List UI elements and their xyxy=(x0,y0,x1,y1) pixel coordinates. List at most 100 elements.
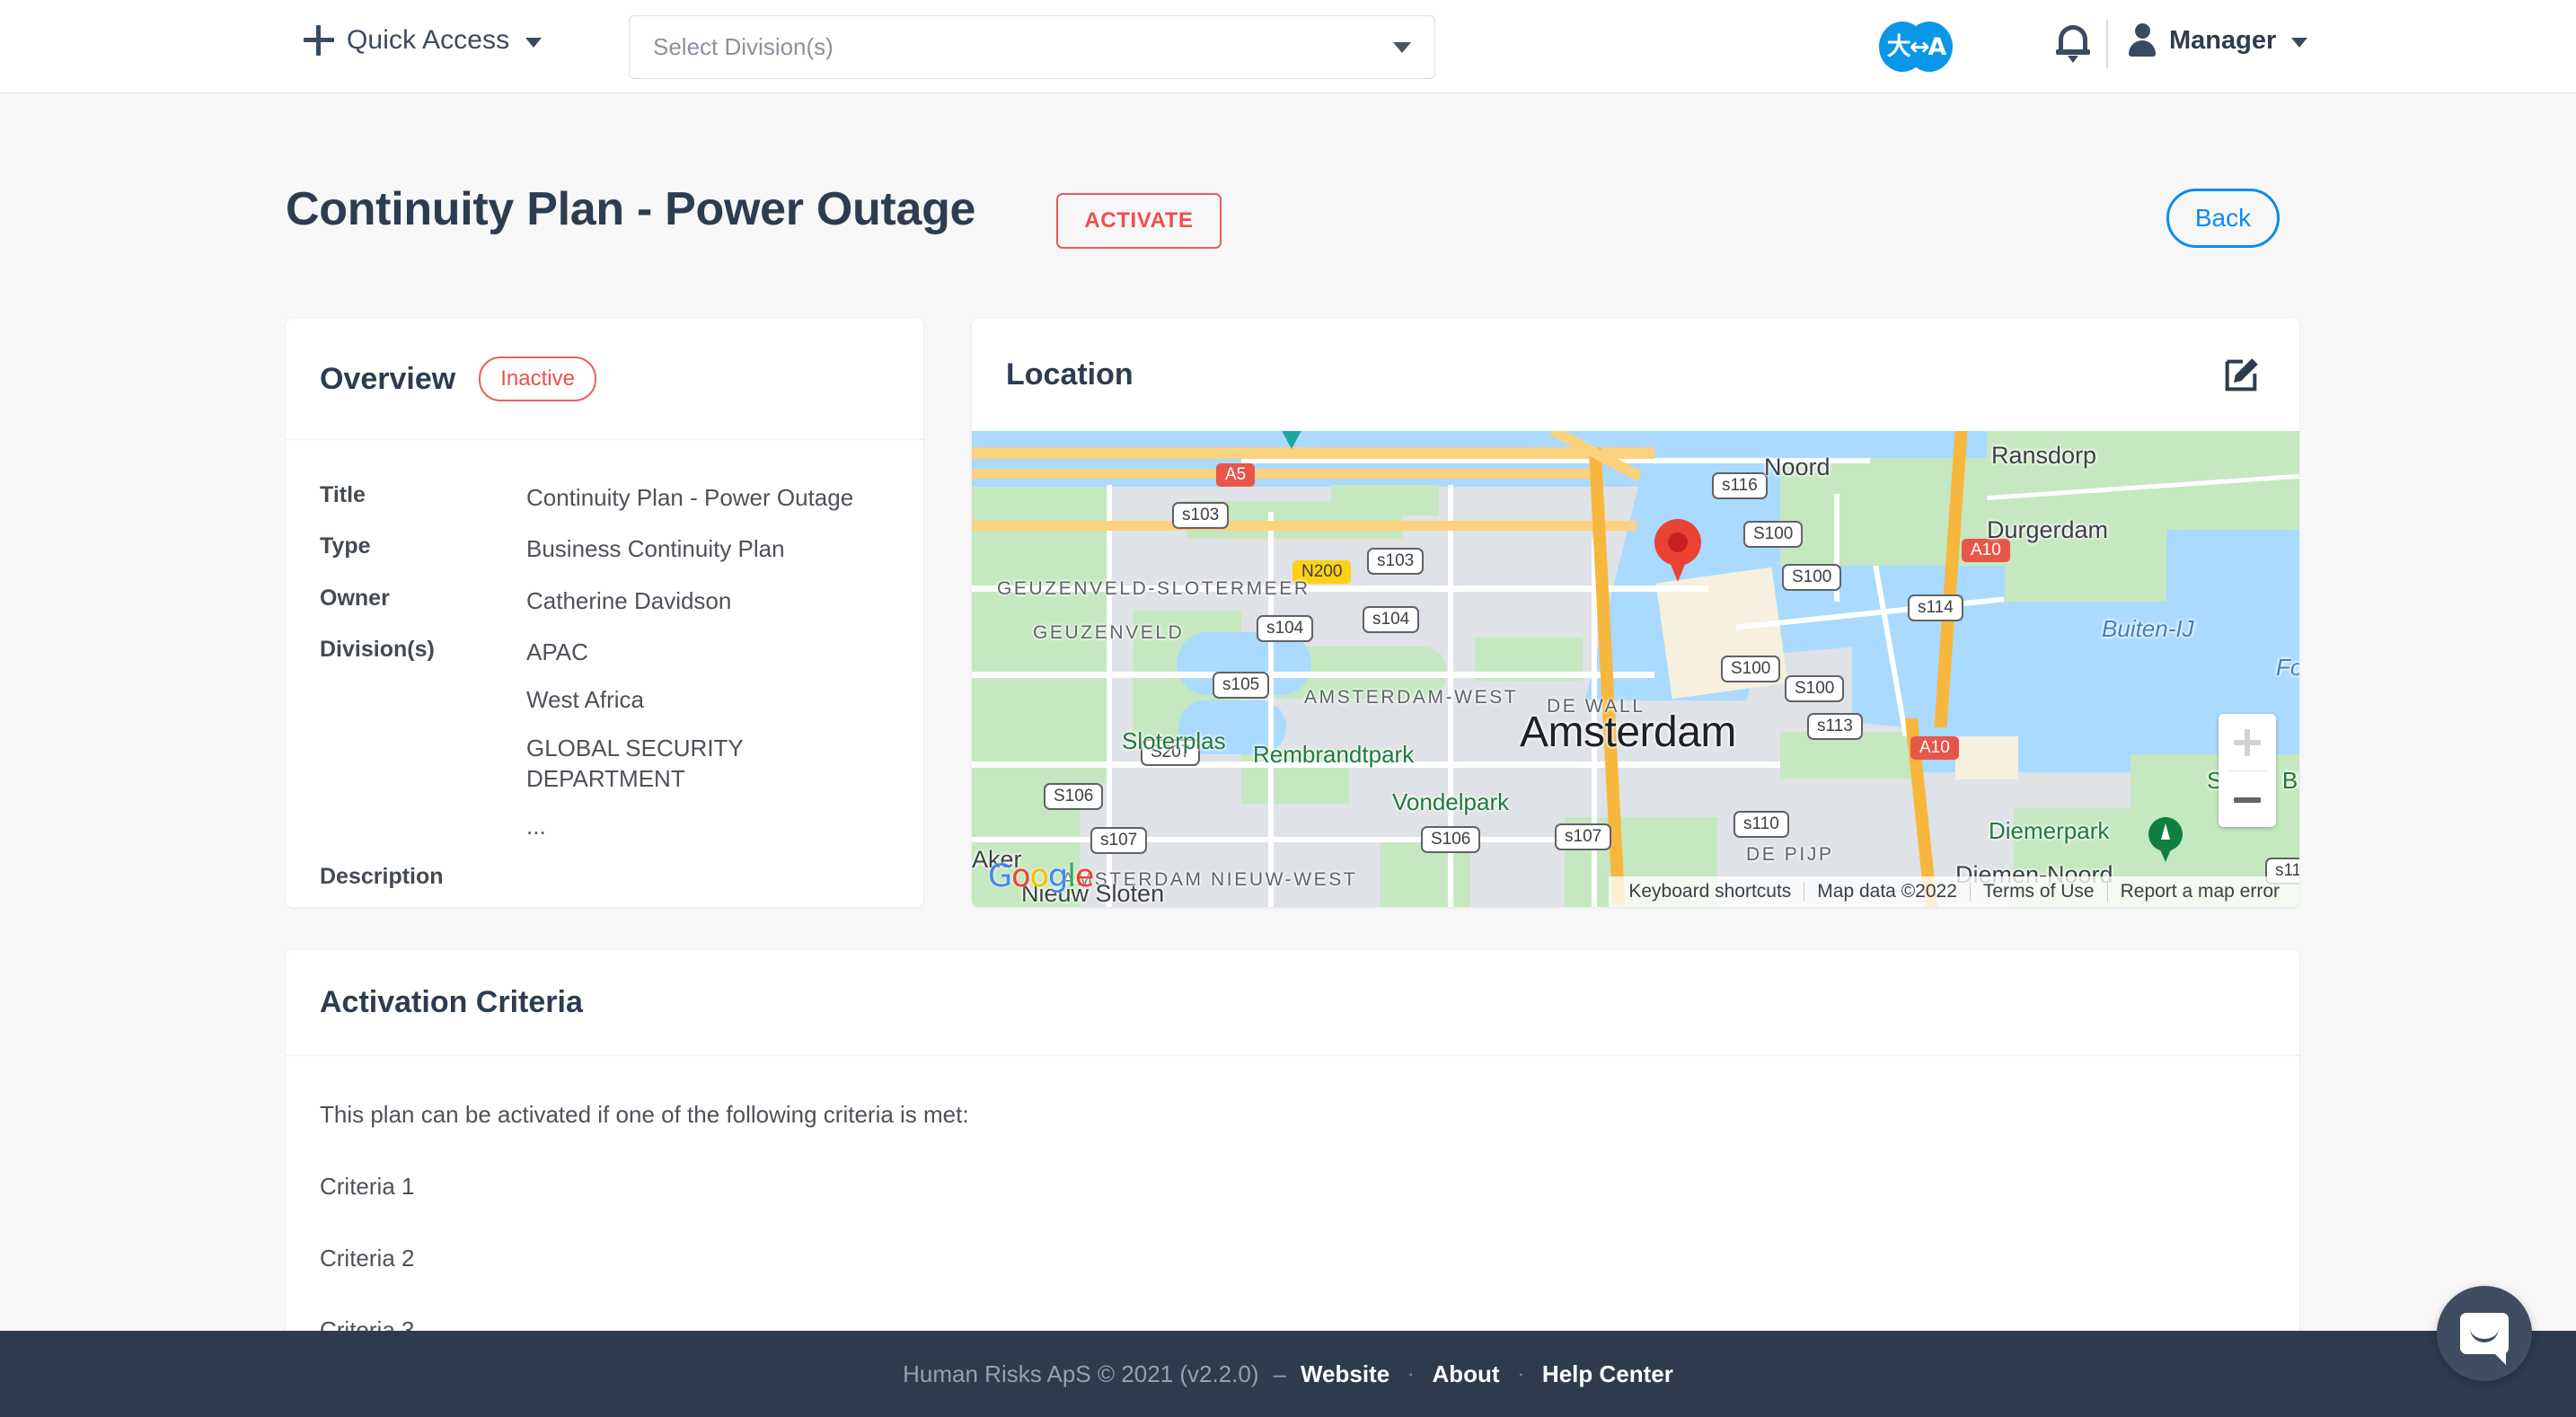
user-menu[interactable]: Manager xyxy=(2127,23,2308,57)
overview-row-type: Type Business Continuity Plan xyxy=(320,533,889,564)
map-city-label: Amsterdam xyxy=(1520,708,1736,756)
smile-icon xyxy=(2470,1328,2499,1342)
chevron-down-icon xyxy=(2291,37,2308,48)
map-highway-n200 xyxy=(972,521,1636,531)
footer-link-help-center[interactable]: Help Center xyxy=(1542,1360,1673,1388)
user-name-label: Manager xyxy=(2169,25,2277,55)
route-shield: S100 xyxy=(1785,675,1845,702)
route-shield: s104 xyxy=(1363,606,1420,633)
activation-criteria-card: Activation Criteria This plan can be act… xyxy=(286,950,2299,1372)
map-district-label: AMSTERDAM-WEST xyxy=(1304,687,1519,708)
map-district-label: GEUZENVELD-SLOTERMEER xyxy=(997,578,1310,599)
route-shield: s104 xyxy=(1257,615,1314,642)
overview-row-divisions: Division(s) APAC West Africa GLOBAL SECU… xyxy=(320,637,889,842)
footer-separator: · xyxy=(1517,1362,1524,1385)
map-park-label: Rembrandtpark xyxy=(1253,741,1415,768)
overview-label: Type xyxy=(320,533,371,559)
division-select-placeholder: Select Division(s) xyxy=(653,33,834,60)
map-park-label: Vondelpark xyxy=(1392,788,1510,815)
top-navigation-bar: Quick Access Select Division(s) 大↔A Mana… xyxy=(0,0,2576,93)
keyboard-shortcuts-link[interactable]: Keyboard shortcuts xyxy=(1616,881,1804,902)
footer-separator: · xyxy=(1407,1362,1415,1385)
terms-of-use-link[interactable]: Terms of Use xyxy=(1971,881,2107,902)
route-shield: S100 xyxy=(1743,521,1804,548)
overview-body: Title Continuity Plan - Power Outage Typ… xyxy=(286,440,923,890)
footer-dash: – xyxy=(1273,1360,1286,1387)
route-shield: S100 xyxy=(1782,564,1842,591)
map-zoom-in-button[interactable] xyxy=(2219,714,2276,770)
map-park-label: Diemerpark xyxy=(1989,817,2110,844)
location-card: Location A5 N200 A10 A10 s103 s103 s104 … xyxy=(972,319,2299,907)
notifications-bell-icon[interactable] xyxy=(2055,23,2091,66)
division-item: GLOBAL SECURITY DEPARTMENT xyxy=(526,734,744,792)
overview-row-title: Title Continuity Plan - Power Outage xyxy=(320,482,889,513)
overview-value: Catherine Davidson xyxy=(526,586,732,614)
overview-divisions-list: APAC West Africa GLOBAL SECURITY DEPARTM… xyxy=(526,637,889,842)
route-shield: S106 xyxy=(1044,783,1104,810)
route-shield: s107 xyxy=(1555,823,1612,850)
overview-row-description: Description xyxy=(320,864,889,890)
map-road xyxy=(972,672,1654,678)
translate-icon[interactable]: 大↔A xyxy=(1879,22,1953,72)
page-title: Continuity Plan - Power Outage xyxy=(286,183,976,235)
location-title: Location xyxy=(1006,357,1134,392)
route-shield: s110 xyxy=(1734,811,1789,838)
quick-access-label: Quick Access xyxy=(347,25,510,55)
map-district-label: GEUZENVELD xyxy=(1033,622,1185,643)
map-attribution-bar: Keyboard shortcuts Map data ©2022 Terms … xyxy=(1609,876,2299,907)
division-item: West Africa xyxy=(526,686,645,714)
route-shield: s103 xyxy=(1172,502,1230,529)
route-shield: s113 xyxy=(1807,713,1863,740)
map-park-label: Sloterplas xyxy=(1122,727,1226,754)
translate-icon-label: 大↔A xyxy=(1886,32,1947,61)
map-zoom-controls xyxy=(2219,714,2276,827)
map-road xyxy=(972,837,1601,842)
map-pin-red[interactable] xyxy=(1654,519,1701,582)
tree-icon xyxy=(2161,823,2170,840)
user-icon xyxy=(2127,23,2157,57)
location-card-header: Location xyxy=(972,319,2299,431)
division-select[interactable]: Select Division(s) xyxy=(629,15,1435,79)
plus-icon xyxy=(304,25,334,56)
route-shield: S106 xyxy=(1421,826,1481,853)
route-shield: s105 xyxy=(1213,672,1270,699)
route-shield: s114 xyxy=(1908,594,1963,621)
criteria-intro-text: This plan can be activated if one of the… xyxy=(320,1101,969,1128)
overview-title: Overview xyxy=(320,361,456,396)
footer-link-website[interactable]: Website xyxy=(1301,1360,1389,1388)
activate-button[interactable]: ACTIVATE xyxy=(1056,193,1222,249)
map-district-label: DE PIJP xyxy=(1746,844,1834,865)
overview-card: Overview Inactive Title Continuity Plan … xyxy=(286,319,923,907)
map-park-area xyxy=(1331,485,1439,515)
location-map[interactable]: A5 N200 A10 A10 s103 s103 s104 s104 s105… xyxy=(972,431,2299,907)
park-pin-green[interactable] xyxy=(2148,817,2183,862)
map-urban-area xyxy=(1955,736,2018,779)
chevron-down-icon xyxy=(525,37,543,48)
map-water-label: Fo xyxy=(2276,654,2299,681)
map-highway xyxy=(972,469,1601,479)
overview-label: Owner xyxy=(320,585,390,611)
quick-access-menu[interactable]: Quick Access xyxy=(304,25,543,56)
page-footer: Human Risks ApS © 2021 (v2.2.0) – Websit… xyxy=(0,1331,2576,1417)
route-shield: s116 xyxy=(1712,472,1768,499)
edit-pencil-icon[interactable] xyxy=(2220,355,2262,396)
criteria-item: Criteria 2 xyxy=(320,1245,415,1272)
map-town-label: Ransdorp xyxy=(1991,442,2097,469)
chat-bubble-icon[interactable] xyxy=(2437,1286,2532,1381)
map-water-label: Buiten-IJ xyxy=(2102,615,2194,642)
criteria-item: Criteria 1 xyxy=(320,1173,415,1200)
report-map-error-link[interactable]: Report a map error xyxy=(2108,881,2292,902)
map-data-label: Map data ©2022 xyxy=(1817,881,1957,902)
footer-copyright: Human Risks ApS © 2021 (v2.2.0) xyxy=(903,1360,1259,1387)
map-town-label: Durgerdam xyxy=(1987,516,2109,543)
back-button[interactable]: Back xyxy=(2166,189,2280,248)
route-shield: S100 xyxy=(1721,656,1781,682)
footer-link-about[interactable]: About xyxy=(1433,1360,1500,1388)
route-shield: s107 xyxy=(1090,827,1148,854)
overview-label: Title xyxy=(320,482,366,507)
map-zoom-out-button[interactable] xyxy=(2219,771,2276,828)
activation-criteria-title: Activation Criteria xyxy=(320,985,583,1019)
google-logo: Google xyxy=(988,858,1094,894)
overview-label: Description xyxy=(320,863,444,889)
division-item-more: ... xyxy=(526,813,546,841)
